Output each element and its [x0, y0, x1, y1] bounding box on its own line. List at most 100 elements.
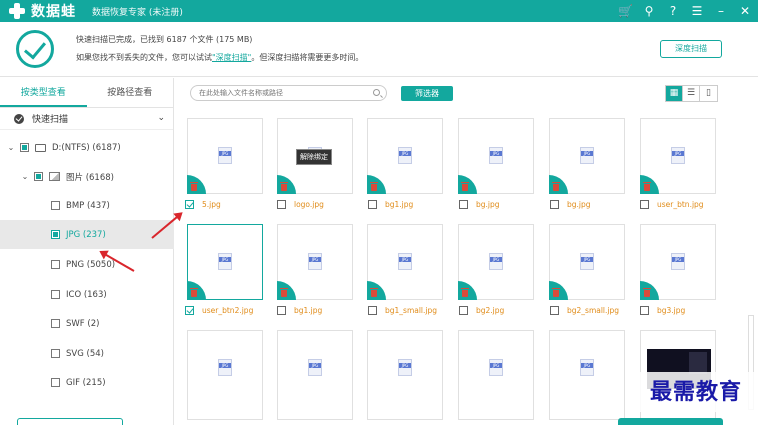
recover-button[interactable]: [618, 418, 723, 425]
watermark: 最需教育: [636, 372, 756, 412]
file-thumbnail[interactable]: JPG: [549, 224, 625, 300]
file-thumbnail[interactable]: JPG: [367, 224, 443, 300]
file-name: bg1_small.jpg: [385, 305, 438, 315]
jpg-file-icon: JPG: [218, 147, 232, 164]
list-view-icon[interactable]: ☰: [683, 86, 700, 101]
file-name: 5.jpg: [202, 199, 221, 209]
tab-by-type[interactable]: 按类型查看: [0, 78, 87, 107]
app-subtitle: 数据恢复专家 (未注册): [92, 7, 183, 18]
file-checkbox[interactable]: [640, 199, 649, 209]
chevron-down-icon[interactable]: ⌄: [157, 113, 165, 123]
tree-checkbox[interactable]: [51, 201, 60, 210]
trash-icon: [643, 182, 651, 191]
tree-item-png[interactable]: PNG (5050): [0, 250, 174, 279]
deleted-corner: [187, 175, 206, 194]
quick-scan-row[interactable]: 快速扫描 ⌄: [0, 108, 173, 130]
help-icon[interactable]: ?: [666, 4, 680, 18]
file-thumbnail[interactable]: JPG: [367, 330, 443, 420]
search-icon[interactable]: [373, 89, 380, 96]
tree-item-label: BMP (437): [66, 200, 110, 211]
file-thumbnail[interactable]: JPG: [187, 118, 263, 194]
file-thumbnail[interactable]: JPG: [277, 330, 353, 420]
tree-item-bmp[interactable]: BMP (437): [0, 191, 174, 220]
file-thumbnail[interactable]: JPG: [187, 330, 263, 420]
tree-item-images[interactable]: ⌄ 图片 (6168): [0, 162, 174, 191]
trash-icon: [643, 288, 651, 297]
trash-icon: [280, 288, 288, 297]
file-checkbox[interactable]: [368, 305, 377, 315]
filter-button[interactable]: 筛选器: [401, 86, 453, 101]
jpg-badge: JPG: [219, 363, 231, 368]
expand-icon[interactable]: ⌄: [6, 143, 16, 152]
jpg-badge: JPG: [672, 151, 684, 156]
deleted-corner: [458, 281, 477, 300]
back-button[interactable]: [17, 418, 123, 425]
tree-item-gif[interactable]: GIF (215): [0, 368, 174, 397]
tree-checkbox[interactable]: [51, 319, 60, 328]
file-name: user_btn2.jpg: [202, 305, 254, 315]
jpg-badge: JPG: [581, 151, 593, 156]
pin-icon[interactable]: ⚲: [642, 4, 656, 18]
menu-icon[interactable]: ☰: [690, 4, 704, 18]
file-thumbnail[interactable]: JPG: [549, 330, 625, 420]
file-checkbox[interactable]: [277, 199, 286, 209]
jpg-file-icon: JPG: [580, 359, 594, 376]
deep-scan-button[interactable]: 深度扫描: [660, 40, 722, 58]
tree-checkbox[interactable]: [51, 260, 60, 269]
search-input[interactable]: [199, 86, 369, 100]
file-thumbnail[interactable]: JPG: [640, 224, 716, 300]
file-checkbox[interactable]: [277, 305, 286, 315]
file-name: bg.jpg: [476, 199, 500, 209]
file-thumbnail[interactable]: JPG: [458, 118, 534, 194]
file-checkbox[interactable]: [459, 305, 468, 315]
file-checkbox[interactable]: [550, 199, 559, 209]
cart-icon[interactable]: 🛒: [618, 4, 633, 18]
file-checkbox[interactable]: [550, 305, 559, 315]
scan-complete-check-icon: [16, 30, 54, 68]
jpg-badge: JPG: [399, 151, 411, 156]
deep-scan-link[interactable]: "深度扫描": [212, 53, 251, 62]
file-checkbox[interactable]: [368, 199, 377, 209]
grid-view-icon[interactable]: ▦: [666, 86, 683, 101]
expand-icon[interactable]: ⌄: [20, 172, 30, 181]
file-thumbnail[interactable]: JPG: [458, 330, 534, 420]
minimize-icon[interactable]: –: [714, 4, 728, 18]
trash-icon: [190, 288, 198, 297]
tree-checkbox[interactable]: [51, 378, 60, 387]
tree-checkbox[interactable]: [51, 230, 60, 239]
file-thumbnail[interactable]: JPG: [549, 118, 625, 194]
file-checkbox[interactable]: [185, 305, 194, 315]
jpg-file-icon: JPG: [580, 147, 594, 164]
trash-icon: [190, 182, 198, 191]
tree-item-drive[interactable]: ⌄ D:(NTFS) (6187): [0, 133, 174, 162]
file-thumbnail[interactable]: JPG: [367, 118, 443, 194]
tree-checkbox[interactable]: [20, 143, 29, 152]
tree-checkbox[interactable]: [51, 349, 60, 358]
detail-view-icon[interactable]: ▯: [700, 86, 717, 101]
deep-scan-hint: 如果您找不到丢失的文件，您可以试试"深度扫描"。但深度扫描将需要更多时间。: [76, 52, 363, 63]
trash-icon: [280, 182, 288, 191]
tab-by-path[interactable]: 按路径查看: [87, 78, 174, 107]
tree-item-label: PNG (5050): [66, 259, 116, 270]
tree-item-svg[interactable]: SVG (54): [0, 339, 174, 368]
file-thumbnail[interactable]: JPG: [458, 224, 534, 300]
search-box[interactable]: [190, 85, 387, 101]
tree-item-ico[interactable]: ICO (163): [0, 280, 174, 309]
jpg-file-icon: JPG: [489, 359, 503, 376]
file-thumbnail[interactable]: JPG: [187, 224, 263, 300]
file-thumbnail[interactable]: JPG 解除绑定: [277, 118, 353, 194]
file-checkbox[interactable]: [185, 199, 194, 209]
file-name: bg2_small.jpg: [567, 305, 620, 315]
tree-item-jpg[interactable]: JPG (237): [0, 220, 174, 249]
close-icon[interactable]: ✕: [738, 4, 752, 18]
file-thumbnail[interactable]: JPG: [640, 118, 716, 194]
tree-checkbox[interactable]: [51, 290, 60, 299]
file-checkbox[interactable]: [640, 305, 649, 315]
tree-item-swf[interactable]: SWF (2): [0, 309, 174, 338]
jpg-file-icon: JPG: [489, 147, 503, 164]
tree-checkbox[interactable]: [34, 172, 43, 181]
trash-icon: [461, 288, 469, 297]
file-thumbnail[interactable]: JPG: [277, 224, 353, 300]
file-checkbox[interactable]: [459, 199, 468, 209]
jpg-badge: JPG: [672, 257, 684, 262]
